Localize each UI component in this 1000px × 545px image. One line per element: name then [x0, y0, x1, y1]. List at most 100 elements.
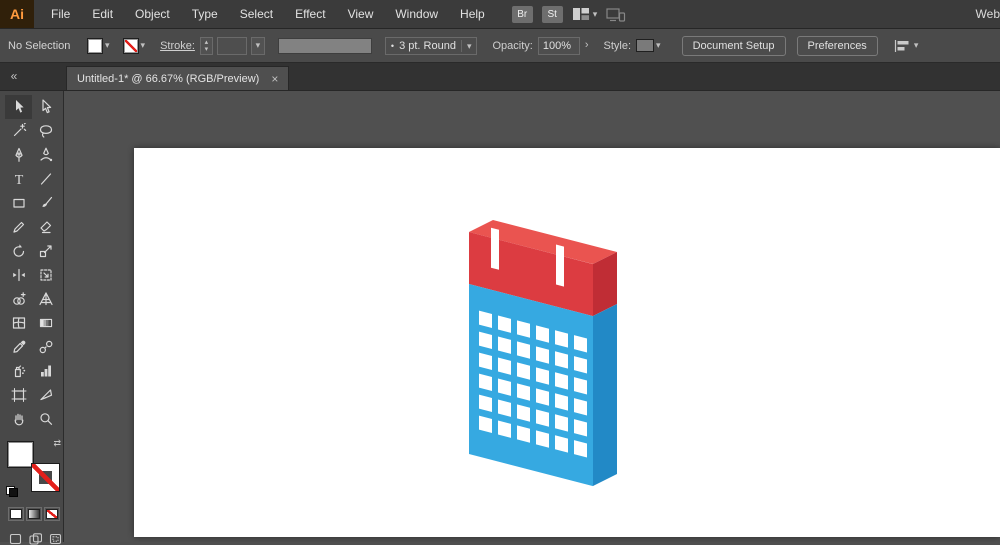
rotate-tool[interactable]	[5, 239, 32, 263]
menu-help[interactable]: Help	[449, 0, 496, 28]
perspective-grid-tool[interactable]	[32, 287, 59, 311]
artboard[interactable]	[134, 148, 1000, 537]
magic-wand-tool[interactable]	[5, 119, 32, 143]
color-button[interactable]	[8, 507, 24, 521]
style-dropdown[interactable]: ▾	[636, 39, 661, 52]
eraser-tool[interactable]	[32, 215, 59, 239]
chevron-down-icon[interactable]: ▾	[656, 41, 661, 50]
document-setup-button[interactable]: Document Setup	[682, 36, 786, 56]
pen-tool[interactable]	[5, 143, 32, 167]
menu-list: File Edit Object Type Select Effect View…	[40, 0, 496, 28]
stroke-color-control[interactable]: ▾	[123, 38, 146, 54]
mini-stroke	[9, 488, 18, 497]
type-tool[interactable]: T	[5, 167, 32, 191]
stock-button[interactable]: St	[542, 6, 563, 23]
tool-grid: T	[5, 95, 63, 431]
line-segment-tool[interactable]	[32, 167, 59, 191]
stroke-proxy-none[interactable]	[32, 464, 59, 491]
menu-edit[interactable]: Edit	[81, 0, 124, 28]
chevron-down-icon: ▾	[593, 10, 598, 19]
pencil-tool[interactable]	[5, 215, 32, 239]
main-area: T	[0, 91, 1000, 542]
opacity-field[interactable]: 100%	[538, 37, 580, 55]
mesh-tool[interactable]	[5, 311, 32, 335]
stroke-weight-dropdown[interactable]: ▾	[251, 37, 265, 55]
control-bar: No Selection ▾ ▾ Stroke: ▴ ▾ ▾ • 3 pt. R…	[0, 29, 1000, 63]
chevron-down-icon[interactable]: ▾	[461, 40, 472, 52]
menu-window[interactable]: Window	[384, 0, 449, 28]
stroke-weight-field[interactable]	[217, 37, 247, 55]
menubar: Ai File Edit Object Type Select Effect V…	[0, 0, 1000, 29]
device-preview-icon[interactable]	[606, 7, 626, 22]
width-tool[interactable]	[5, 263, 32, 287]
width-profile-preview[interactable]	[278, 38, 372, 54]
rectangle-tool[interactable]	[5, 191, 32, 215]
lasso-tool[interactable]	[32, 119, 59, 143]
opacity-arrow-icon[interactable]: ›	[585, 40, 589, 51]
hand-tool[interactable]	[5, 407, 32, 431]
canvas-pasteboard[interactable]	[64, 91, 1000, 542]
gradient-tool[interactable]	[32, 311, 59, 335]
calendar-illustration[interactable]	[134, 148, 999, 537]
menu-select[interactable]: Select	[229, 0, 284, 28]
scale-tool[interactable]	[32, 239, 59, 263]
swap-fill-stroke-icon[interactable]: ⇄	[53, 438, 61, 449]
tab-close-icon[interactable]: ×	[271, 73, 278, 85]
draw-behind-icon[interactable]	[29, 533, 42, 545]
menu-file[interactable]: File	[40, 0, 81, 28]
workspace-switcher[interactable]: ▾	[572, 7, 598, 21]
chevron-down-icon[interactable]: ▾	[914, 41, 919, 50]
slice-tool[interactable]	[32, 383, 59, 407]
chevron-down-icon[interactable]: ▾	[105, 41, 110, 50]
align-dropdown[interactable]: ▾	[893, 39, 919, 53]
artboard-tool[interactable]	[5, 383, 32, 407]
menu-view[interactable]: View	[337, 0, 385, 28]
menu-type[interactable]: Type	[181, 0, 229, 28]
brush-definition-value: 3 pt. Round	[399, 40, 456, 52]
fill-color-control[interactable]: ▾	[87, 38, 110, 54]
shape-builder-tool[interactable]	[5, 287, 32, 311]
gradient-swatch	[28, 509, 40, 519]
panel-collapse-button[interactable]: «	[6, 69, 22, 83]
paintbrush-tool[interactable]	[32, 191, 59, 215]
free-transform-tool[interactable]	[32, 263, 59, 287]
document-tab-title: Untitled-1* @ 66.67% (RGB/Preview)	[77, 73, 259, 85]
eyedropper-tool[interactable]	[5, 335, 32, 359]
fill-proxy[interactable]	[7, 441, 34, 468]
workspace-label[interactable]: Web	[972, 0, 1000, 28]
style-swatch[interactable]	[636, 39, 654, 52]
brush-definition-dropdown[interactable]: • 3 pt. Round ▾	[385, 37, 478, 55]
curvature-tool[interactable]	[32, 143, 59, 167]
drawing-modes	[9, 533, 63, 545]
opacity-label[interactable]: Opacity:	[492, 40, 532, 52]
calendar-blue-side-face	[593, 304, 617, 486]
stroke-label[interactable]: Stroke:	[160, 40, 195, 52]
selection-tool[interactable]	[5, 95, 32, 119]
blend-tool[interactable]	[32, 335, 59, 359]
preferences-button[interactable]: Preferences	[797, 36, 878, 56]
color-swatch	[10, 509, 22, 519]
column-graph-tool[interactable]	[32, 359, 59, 383]
app-logo[interactable]: Ai	[0, 0, 34, 28]
direct-selection-tool[interactable]	[32, 95, 59, 119]
style-label: Style:	[604, 40, 632, 52]
none-button[interactable]	[44, 507, 60, 521]
stroke-swatch-none[interactable]	[123, 38, 139, 54]
menu-effect[interactable]: Effect	[284, 0, 336, 28]
draw-normal-icon[interactable]	[9, 533, 22, 545]
workspace-grid-icon	[572, 7, 590, 21]
fill-swatch[interactable]	[87, 38, 103, 54]
stroke-weight-stepper[interactable]: ▴ ▾	[200, 37, 213, 55]
symbol-sprayer-tool[interactable]	[5, 359, 32, 383]
gradient-button[interactable]	[26, 507, 42, 521]
chevron-down-icon[interactable]: ▾	[141, 41, 146, 50]
default-fill-stroke-icon[interactable]	[6, 486, 18, 497]
document-tab[interactable]: Untitled-1* @ 66.67% (RGB/Preview) ×	[66, 66, 289, 90]
bridge-button[interactable]: Br	[512, 6, 533, 23]
menu-object[interactable]: Object	[124, 0, 181, 28]
spinner-up-icon[interactable]: ▴	[205, 39, 209, 46]
zoom-tool[interactable]	[32, 407, 59, 431]
draw-inside-icon[interactable]	[49, 533, 62, 545]
spinner-down-icon[interactable]: ▾	[205, 46, 209, 53]
selection-status: No Selection	[8, 40, 82, 52]
